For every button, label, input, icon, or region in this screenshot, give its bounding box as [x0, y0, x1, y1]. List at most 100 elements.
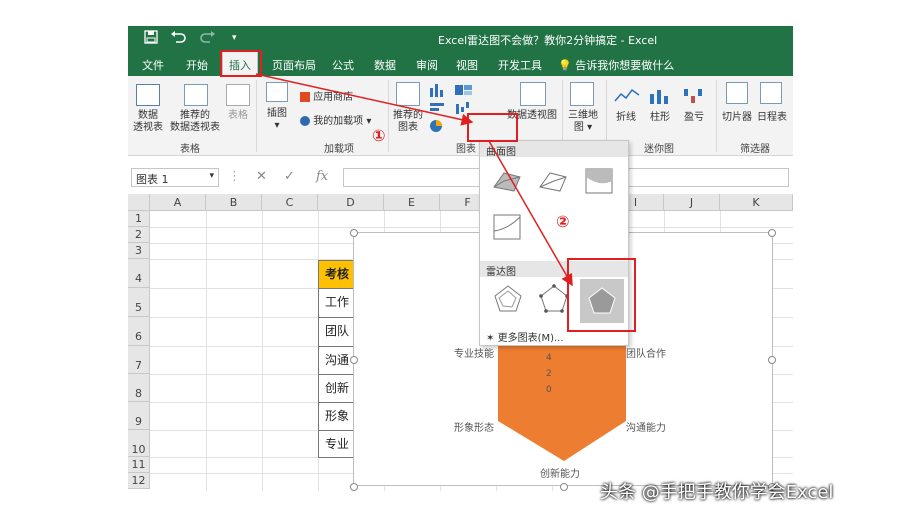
- table-button[interactable]: 表格: [224, 110, 252, 122]
- column-chart-icon[interactable]: [428, 82, 448, 101]
- column-header[interactable]: A: [150, 194, 206, 211]
- tab-formulas[interactable]: 公式: [332, 57, 354, 73]
- save-icon[interactable]: [144, 30, 158, 48]
- tab-home[interactable]: 开始: [186, 57, 208, 73]
- resize-handle[interactable]: [768, 356, 776, 364]
- data-cell[interactable]: 形象: [318, 402, 358, 431]
- pivot-table-label-1: 数据: [138, 110, 158, 121]
- column-header[interactable]: K: [720, 194, 793, 211]
- wireframe-contour-option[interactable]: [488, 211, 528, 247]
- data-cell[interactable]: 专业: [318, 430, 358, 458]
- enter-icon[interactable]: ✓: [284, 169, 295, 184]
- row-header[interactable]: 5: [128, 288, 150, 317]
- radar-section-header: 雷达图: [480, 261, 628, 278]
- tab-page-layout[interactable]: 页面布局: [272, 57, 316, 73]
- tab-file[interactable]: 文件: [142, 57, 164, 73]
- surface-3d-option[interactable]: [488, 165, 528, 201]
- column-header[interactable]: D: [318, 194, 384, 211]
- timeline-button[interactable]: 日程表: [754, 112, 790, 124]
- group-separator: [256, 80, 257, 152]
- app-store-button[interactable]: 应用商店: [300, 92, 353, 104]
- my-addins-button[interactable]: 我的加载项 ▾: [300, 116, 371, 128]
- excel-window: ▾ Excel雷达图不会做？教你2分钟搞定 - Excel 文件 开始 插入 页…: [128, 26, 793, 491]
- tab-developer[interactable]: 开发工具: [498, 57, 542, 73]
- recommended-pivot-label-1: 推荐的: [180, 110, 210, 121]
- contour-option[interactable]: [580, 165, 620, 201]
- row-header[interactable]: 7: [128, 346, 150, 374]
- data-cell[interactable]: 创新: [318, 374, 358, 403]
- column-header[interactable]: E: [384, 194, 440, 211]
- column-header[interactable]: B: [206, 194, 262, 211]
- sparkline-column-icon: [648, 86, 674, 109]
- name-box[interactable]: 图表 1 ▾: [131, 168, 219, 187]
- radar-icon: [494, 285, 522, 312]
- wireframe-3d-surface-icon: [539, 172, 567, 192]
- sparkline-line-button[interactable]: 折线: [612, 112, 640, 124]
- recommended-pivot-icon: [184, 84, 208, 106]
- axis-tick-label: 0: [546, 385, 552, 395]
- title-bar: ▾ Excel雷达图不会做？教你2分钟搞定 - Excel: [128, 26, 793, 52]
- column-header[interactable]: J: [664, 194, 720, 211]
- slicer-icon: [726, 82, 748, 104]
- resize-handle[interactable]: [350, 356, 358, 364]
- row-header[interactable]: 6: [128, 317, 150, 346]
- tab-data[interactable]: 数据: [374, 57, 396, 73]
- tab-review[interactable]: 审阅: [416, 57, 438, 73]
- waterfall-chart-icon[interactable]: [454, 100, 474, 119]
- row-header[interactable]: 11: [128, 457, 150, 473]
- row-header[interactable]: 10: [128, 430, 150, 457]
- radar-surface-chart-menu: 曲面图 雷达图 ✶ 更多图表(M)...: [479, 140, 629, 346]
- pivot-table-button[interactable]: 数据 透视表: [129, 110, 167, 134]
- more-charts-link[interactable]: ✶ 更多图表(M)...: [486, 329, 564, 344]
- tab-view[interactable]: 视图: [456, 57, 478, 73]
- sparkline-winloss-button[interactable]: 盈亏: [680, 112, 708, 124]
- radar-with-markers-option[interactable]: [534, 283, 574, 319]
- name-box-dropdown-icon[interactable]: ▾: [209, 171, 214, 181]
- header-cell[interactable]: 考核: [318, 260, 358, 289]
- resize-handle[interactable]: [350, 229, 358, 237]
- customize-qat-icon[interactable]: ▾: [232, 33, 237, 43]
- tell-me-search[interactable]: 💡 告诉我你想要做什么: [558, 57, 674, 73]
- bar-chart-icon[interactable]: [428, 100, 448, 119]
- recommended-charts-button[interactable]: 推荐的 图表: [390, 110, 426, 134]
- illustrations-icon: [266, 82, 288, 102]
- select-all-corner[interactable]: [128, 194, 150, 211]
- column-header[interactable]: C: [262, 194, 318, 211]
- wireframe-contour-icon: [493, 214, 521, 240]
- pie-chart-icon[interactable]: [428, 118, 448, 137]
- row-header[interactable]: 4: [128, 259, 150, 288]
- radar-option[interactable]: [488, 283, 528, 319]
- axis-tick-label: 2: [546, 369, 552, 379]
- hierarchy-chart-icon[interactable]: [454, 82, 474, 101]
- resize-handle[interactable]: [560, 483, 568, 491]
- ribbon-insert: 数据 透视表 推荐的 数据透视表 表格 表格 插图 ▾ 应用商店 我的加载项 ▾ …: [128, 76, 793, 156]
- sparkline-column-button[interactable]: 柱形: [646, 112, 674, 124]
- row-header[interactable]: 2: [128, 227, 150, 243]
- recommended-charts-label-2: 图表: [398, 122, 418, 133]
- resize-handle[interactable]: [768, 229, 776, 237]
- recommended-pivot-button[interactable]: 推荐的 数据透视表: [166, 110, 224, 134]
- row-header[interactable]: 3: [128, 243, 150, 259]
- row-header[interactable]: 1: [128, 211, 150, 227]
- resize-handle[interactable]: [350, 483, 358, 491]
- data-cell[interactable]: 团队: [318, 317, 358, 347]
- surface-3d-icon: [493, 172, 521, 192]
- data-cell[interactable]: 工作: [318, 288, 358, 318]
- tab-insert[interactable]: 插入: [222, 52, 258, 76]
- axis-label-communication: 沟通能力: [626, 423, 666, 434]
- axis-label-innovation: 创新能力: [540, 469, 580, 480]
- insert-function-icon[interactable]: fx: [316, 169, 328, 184]
- slicer-button[interactable]: 切片器: [720, 112, 754, 124]
- undo-icon[interactable]: [170, 30, 186, 48]
- row-header[interactable]: 12: [128, 473, 150, 489]
- more-charts-label: 更多图表(M)...: [497, 333, 564, 344]
- illustrations-button[interactable]: 插图 ▾: [260, 108, 294, 132]
- row-header[interactable]: 8: [128, 374, 150, 402]
- pivot-chart-button[interactable]: 数据透视图: [504, 110, 560, 122]
- wireframe-3d-surface-option[interactable]: [534, 165, 574, 201]
- cancel-icon[interactable]: ✕: [256, 169, 267, 184]
- filled-radar-option[interactable]: [580, 279, 624, 323]
- row-header[interactable]: 9: [128, 402, 150, 430]
- map-3d-button[interactable]: 三维地 图 ▾: [566, 110, 600, 134]
- redo-icon[interactable]: [200, 30, 216, 48]
